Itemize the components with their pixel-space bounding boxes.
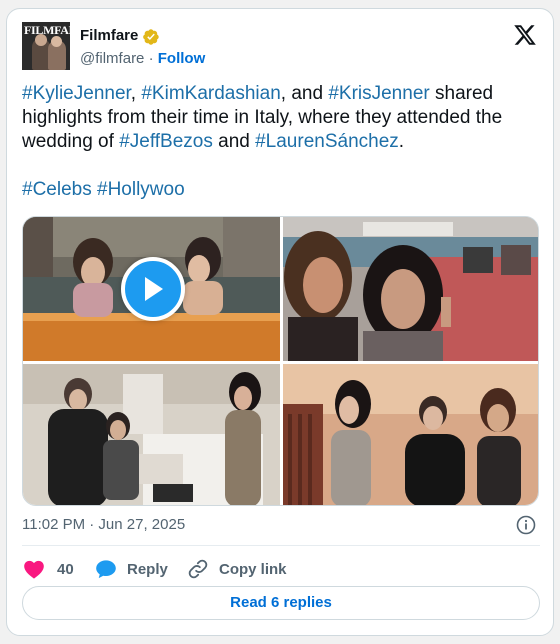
hashtag-link[interactable]: #KylieJenner bbox=[22, 83, 131, 104]
tweet-text-segment: , and bbox=[280, 83, 329, 104]
link-icon bbox=[188, 559, 208, 579]
tweet-text: #KylieJenner, #KimKardashian, and #KrisJ… bbox=[22, 82, 540, 202]
tweet-text-segment: wedding of bbox=[22, 131, 120, 152]
hashtag-link[interactable]: #JeffBezos bbox=[119, 131, 213, 152]
media-photo[interactable] bbox=[283, 364, 538, 505]
hashtag-link[interactable]: #LaurenSánchez bbox=[255, 131, 399, 152]
media-photo[interactable] bbox=[23, 364, 280, 505]
tweet-text-segment: and bbox=[212, 131, 256, 152]
author-avatar[interactable]: FILMFARE bbox=[22, 22, 70, 70]
hashtag-link[interactable]: #KrisJenner bbox=[328, 83, 429, 104]
copy-link-button[interactable]: Copy link bbox=[187, 557, 287, 581]
tweet-text-line: highlights from their time in Italy, whe… bbox=[22, 106, 540, 130]
reply-label: Reply bbox=[127, 560, 168, 578]
handle-separator: · bbox=[148, 50, 154, 67]
tweet-text-segment: highlights from their time in Italy, whe… bbox=[22, 107, 503, 128]
hashtag-link[interactable]: #Celebs bbox=[22, 179, 92, 200]
tweet-text-line: #KylieJenner, #KimKardashian, and #KrisJ… bbox=[22, 82, 540, 106]
tweet-text-line: wedding of #JeffBezos and #LaurenSánchez… bbox=[22, 130, 540, 154]
footer-divider bbox=[22, 545, 540, 546]
tweet-text-segment: shared bbox=[429, 83, 494, 104]
tweet-text-line: #Celebs #Hollywoo bbox=[22, 178, 540, 202]
read-replies-button[interactable]: Read 6 replies bbox=[22, 586, 540, 620]
play-button[interactable] bbox=[121, 257, 185, 321]
media-grid bbox=[22, 216, 539, 506]
avatar-figure-head bbox=[51, 36, 62, 47]
info-icon[interactable] bbox=[516, 515, 536, 535]
reply-bubble-icon bbox=[96, 560, 116, 579]
tweet-timestamp[interactable]: 11:02 PM · Jun 27, 2025 bbox=[22, 516, 185, 533]
hashtag-link[interactable]: #KimKardashian bbox=[141, 83, 280, 104]
tweet-text-segment: . bbox=[398, 131, 405, 152]
author-handle-row: @filmfare · Follow bbox=[80, 50, 205, 67]
avatar-masthead: FILMFARE bbox=[24, 23, 70, 37]
x-logo-icon[interactable] bbox=[513, 23, 537, 47]
hotel-room-image bbox=[23, 364, 280, 505]
heart-icon bbox=[24, 560, 44, 579]
like-button[interactable]: 40 bbox=[23, 557, 74, 581]
author-display-name[interactable]: Filmfare bbox=[80, 27, 138, 44]
media-video-thumbnail[interactable] bbox=[23, 217, 280, 361]
tweet-text-segment: , bbox=[130, 83, 142, 104]
hashtag-link[interactable]: #Hollywoo bbox=[97, 179, 185, 200]
selfie-boat-image bbox=[283, 217, 538, 361]
media-photo[interactable] bbox=[283, 217, 538, 361]
like-count: 40 bbox=[57, 560, 74, 578]
follow-button[interactable]: Follow bbox=[158, 50, 206, 67]
reply-button[interactable]: Reply bbox=[95, 557, 168, 581]
tweet-text-gap bbox=[22, 154, 540, 178]
play-icon bbox=[145, 277, 163, 301]
verified-badge-icon bbox=[143, 29, 159, 45]
copy-link-label: Copy link bbox=[219, 560, 287, 578]
tweet-card: FILMFARE Filmfare @filmfare · Follow #Ky… bbox=[6, 8, 554, 636]
author-handle[interactable]: @filmfare bbox=[80, 50, 144, 67]
staircase-group-image bbox=[283, 364, 538, 505]
